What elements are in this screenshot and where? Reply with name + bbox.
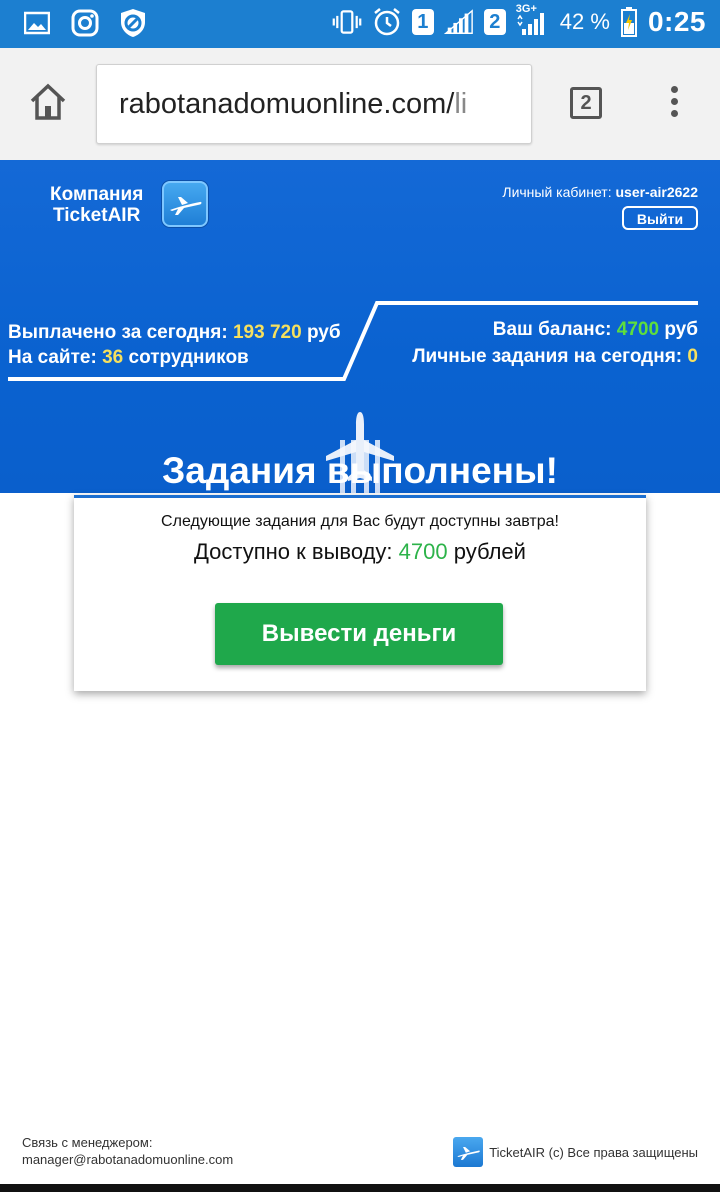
overflow-menu-icon[interactable] [666, 86, 682, 122]
balance-value: 4700 [616, 319, 660, 340]
url-text: rabotanadomuonline.com/li [119, 88, 467, 121]
site-stats: Выплачено за сегодня: 193 720 руб На сай… [8, 320, 341, 370]
tasks-row: Личные задания на сегодня: 0 [412, 343, 698, 370]
avail-label: Доступно к выводу: [194, 539, 393, 564]
avail-unit: рублей [453, 539, 526, 564]
battery-percent: 42 % [559, 9, 610, 34]
address-bar[interactable]: rabotanadomuonline.com/li [96, 64, 532, 144]
network-type: 3G+ [515, 3, 537, 15]
tasks-value: 0 [687, 346, 698, 367]
balance-label: Ваш баланс: [492, 319, 612, 340]
blocked-icon [118, 8, 148, 38]
balance-row: Ваш баланс: 4700 руб [412, 316, 698, 343]
available-amount: Доступно к выводу: 4700 рублей [74, 539, 646, 565]
logo-line1: Компания [50, 184, 144, 205]
company-logo-text[interactable]: Компания TicketAIR [50, 184, 143, 226]
clock: 0:25 [647, 6, 706, 37]
nav-bar-edge [0, 1184, 720, 1192]
logo-line2: TicketAIR [53, 205, 141, 226]
site-label: На сайте: [8, 347, 97, 368]
home-icon[interactable] [28, 82, 68, 122]
tabs-button[interactable]: 2 [570, 87, 602, 119]
balance-unit: руб [664, 319, 698, 340]
site-unit: сотрудников [128, 347, 249, 368]
url-main: rabotanadomuonline.com/ [119, 88, 455, 120]
user-cabinet: Личный кабинет: user-air2622 [502, 184, 698, 200]
sim2-badge: 2 [483, 9, 506, 35]
user-stats: Ваш баланс: 4700 руб Личные задания на с… [412, 316, 698, 370]
vibrate-icon [332, 7, 362, 37]
footer-plane-icon [453, 1137, 484, 1167]
cabinet-username: user-air2622 [615, 184, 698, 200]
paid-unit: руб [306, 322, 341, 343]
sim1-badge: 1 [411, 9, 434, 35]
avail-value: 4700 [398, 539, 448, 564]
withdraw-card: Следующие задания для Вас будут доступны… [74, 495, 646, 691]
paid-label: Выплачено за сегодня: [8, 322, 228, 343]
footer-contact: Связь с менеджером: manager@rabotanadomu… [22, 1134, 233, 1168]
online-row: На сайте: 36 сотрудников [8, 345, 341, 370]
plane-logo-icon[interactable] [162, 181, 208, 227]
contact-email[interactable]: manager@rabotanadomuonline.com [22, 1151, 233, 1168]
cabinet-label: Личный кабинет: [502, 184, 612, 200]
tasks-label: Личные задания на сегодня: [412, 346, 683, 367]
status-bar: 1 2 3G+ 42 % 0:25 [0, 0, 720, 48]
signal-icon [443, 7, 474, 37]
paid-value: 193 720 [232, 322, 302, 343]
site-value: 36 [102, 347, 124, 368]
logout-button[interactable]: Выйти [622, 206, 698, 230]
page-title: Задания выполнены! [162, 450, 558, 491]
signal-3g-icon: 3G+ [516, 3, 550, 37]
url-tail: li [454, 88, 468, 120]
battery-icon [620, 7, 638, 37]
site-header: Компания TicketAIR Личный кабинет: user-… [0, 160, 720, 493]
gallery-icon [22, 8, 52, 38]
next-tasks-note: Следующие задания для Вас будут доступны… [161, 513, 559, 530]
withdraw-button[interactable]: Вывести деньги [215, 603, 503, 665]
alarm-icon [372, 7, 402, 37]
copyright-text: TicketAIR (c) Все права защищены [489, 1144, 698, 1160]
contact-label: Связь с менеджером: [22, 1135, 153, 1150]
footer-copyright: TicketAIR (c) Все права защищены [453, 1137, 698, 1167]
browser-toolbar: rabotanadomuonline.com/li 2 [0, 48, 720, 161]
instagram-icon [70, 8, 100, 38]
paid-today-row: Выплачено за сегодня: 193 720 руб [8, 320, 341, 345]
